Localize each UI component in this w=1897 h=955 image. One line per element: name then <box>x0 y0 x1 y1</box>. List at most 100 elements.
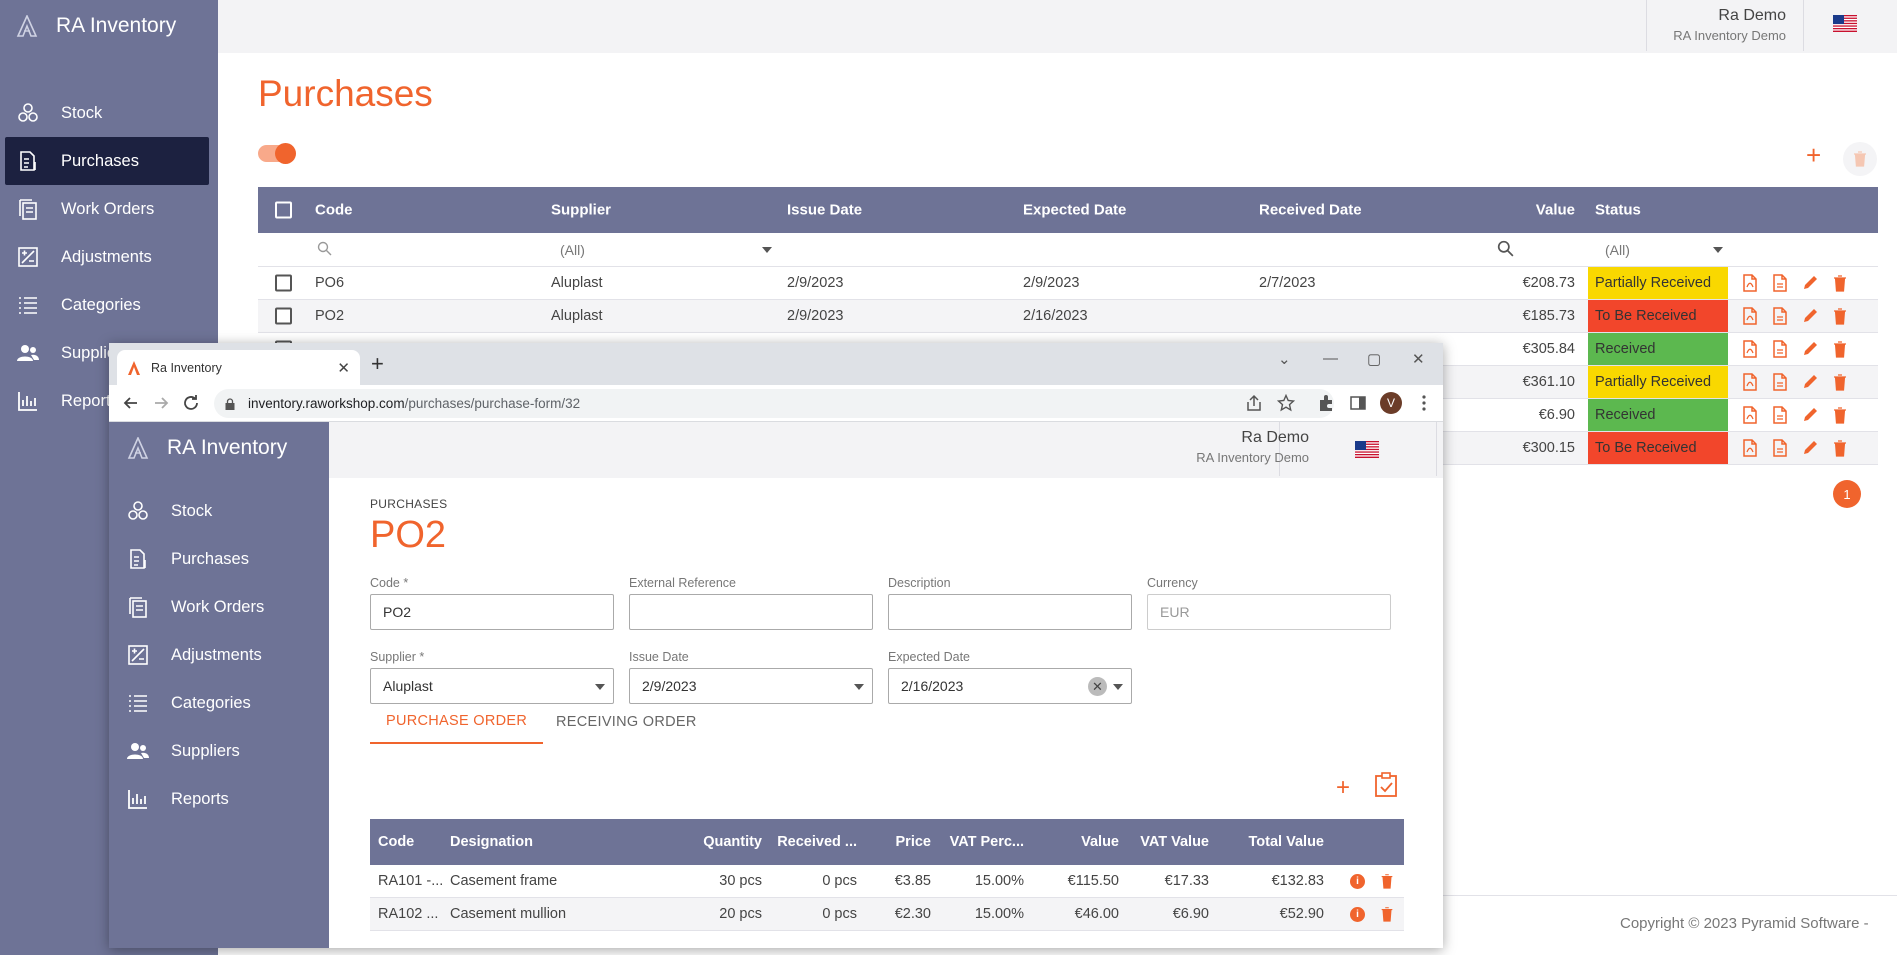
pdf-export-icon[interactable] <box>1741 373 1759 391</box>
column-header[interactable]: Issue Date <box>787 202 862 219</box>
tab-purchase-order[interactable]: PURCHASE ORDER <box>370 700 544 744</box>
trash-icon[interactable] <box>1379 873 1395 889</box>
pdf-report-icon[interactable] <box>1771 274 1789 292</box>
reload-icon[interactable] <box>181 393 201 413</box>
new-tab-button[interactable]: + <box>371 351 384 377</box>
column-header[interactable]: Received Date <box>1259 202 1362 219</box>
edit-pencil-icon[interactable] <box>1801 340 1819 358</box>
column-header[interactable]: VAT Perc... <box>950 834 1024 850</box>
pdf-report-icon[interactable] <box>1771 307 1789 325</box>
back-icon[interactable] <box>121 393 141 413</box>
pdf-export-icon[interactable] <box>1741 406 1759 424</box>
extensions-icon[interactable] <box>1317 394 1335 412</box>
chevron-down-icon[interactable] <box>762 246 772 253</box>
supplier-filter[interactable]: (All) <box>560 242 585 258</box>
value-filter[interactable] <box>1497 240 1514 260</box>
column-header[interactable]: Total Value <box>1249 834 1324 850</box>
user-menu[interactable]: Ra Demo RA Inventory Demo <box>1196 429 1309 465</box>
expected-date-picker[interactable]: 2/16/2023 ✕ <box>888 668 1132 704</box>
tab-receiving-order[interactable]: RECEIVING ORDER <box>540 700 713 744</box>
sidebar-item-adjustments[interactable]: Adjustments <box>115 631 319 679</box>
chevron-down-icon[interactable]: ⌄ <box>1278 350 1291 368</box>
description-input[interactable] <box>888 594 1132 630</box>
column-header[interactable]: Supplier <box>551 202 611 219</box>
info-icon[interactable]: i <box>1350 906 1365 922</box>
column-header[interactable]: Code <box>378 834 414 850</box>
maximize-icon[interactable]: ▢ <box>1367 350 1381 368</box>
trash-icon[interactable] <box>1831 439 1849 457</box>
trash-icon[interactable] <box>1831 307 1849 325</box>
row-checkbox[interactable] <box>275 307 292 325</box>
column-header[interactable]: Expected Date <box>1023 202 1126 219</box>
trash-icon[interactable] <box>1831 274 1849 292</box>
sidebar-item-adjustments[interactable]: Adjustments <box>5 233 209 281</box>
pdf-export-icon[interactable] <box>1741 439 1759 457</box>
column-header[interactable]: Value <box>1081 834 1119 850</box>
select-all-checkbox[interactable] <box>275 201 292 219</box>
brand[interactable]: RA Inventory <box>16 14 176 38</box>
code-input[interactable]: PO2 <box>370 594 614 630</box>
brand[interactable]: RA Inventory <box>127 436 287 460</box>
edit-pencil-icon[interactable] <box>1801 439 1819 457</box>
table-row[interactable]: PO2 Aluplast 2/9/2023 2/16/2023 €185.73 To Be… <box>258 300 1878 333</box>
clipboard-check-icon[interactable] <box>1374 772 1398 798</box>
trash-icon[interactable] <box>1379 906 1395 922</box>
status-filter[interactable]: (All) <box>1605 242 1630 258</box>
external-reference-input[interactable] <box>629 594 873 630</box>
edit-pencil-icon[interactable] <box>1801 406 1819 424</box>
sidebar-item-reports[interactable]: Reports <box>115 775 319 823</box>
minimize-icon[interactable]: — <box>1323 350 1338 367</box>
close-tab-icon[interactable]: ✕ <box>337 359 350 377</box>
sidebar-item-categories[interactable]: Categories <box>115 679 319 727</box>
view-toggle[interactable] <box>258 143 296 164</box>
sidebar-item-suppliers[interactable]: Suppliers <box>115 727 319 775</box>
column-header[interactable]: Code <box>315 202 353 219</box>
chevron-down-icon[interactable] <box>595 684 605 690</box>
supplier-select[interactable]: Aluplast <box>370 668 614 704</box>
issue-date-picker[interactable]: 2/9/2023 <box>629 668 873 704</box>
chevron-down-icon[interactable] <box>1713 246 1723 253</box>
pdf-report-icon[interactable] <box>1771 439 1789 457</box>
pdf-export-icon[interactable] <box>1741 274 1759 292</box>
profile-avatar[interactable]: V <box>1380 392 1402 414</box>
us-flag-icon[interactable] <box>1355 441 1379 458</box>
column-header[interactable]: Status <box>1595 202 1641 219</box>
pdf-export-icon[interactable] <box>1741 307 1759 325</box>
sidebar-item-purchases[interactable]: Purchases <box>5 137 209 185</box>
add-line-button[interactable]: + <box>1336 776 1350 800</box>
more-menu-icon[interactable] <box>1415 394 1433 412</box>
table-row[interactable]: PO6 Aluplast 2/9/2023 2/9/2023 2/7/2023 €208.… <box>258 267 1878 300</box>
url-field[interactable]: inventory.raworkshop.com/purchases/purch… <box>214 389 1334 418</box>
info-icon[interactable]: i <box>1350 873 1365 889</box>
close-window-icon[interactable]: ✕ <box>1412 350 1425 368</box>
forward-icon[interactable] <box>151 393 171 413</box>
sidebar-item-stock[interactable]: Stock <box>115 487 319 535</box>
column-header[interactable]: VAT Value <box>1140 834 1209 850</box>
edit-pencil-icon[interactable] <box>1801 307 1819 325</box>
currency-input[interactable]: EUR <box>1147 594 1391 630</box>
trash-icon[interactable] <box>1831 373 1849 391</box>
trash-icon[interactable] <box>1831 406 1849 424</box>
side-panel-icon[interactable] <box>1349 394 1367 412</box>
sidebar-item-categories[interactable]: Categories <box>5 281 209 329</box>
pdf-report-icon[interactable] <box>1771 373 1789 391</box>
column-header[interactable]: Designation <box>450 834 533 850</box>
clear-icon[interactable]: ✕ <box>1088 677 1107 696</box>
edit-pencil-icon[interactable] <box>1801 274 1819 292</box>
sidebar-item-stock[interactable]: Stock <box>5 89 209 137</box>
share-icon[interactable] <box>1245 394 1263 412</box>
sidebar-item-purchases[interactable]: Purchases <box>115 535 319 583</box>
breadcrumb[interactable]: PURCHASES <box>370 497 447 511</box>
pdf-report-icon[interactable] <box>1771 340 1789 358</box>
column-header[interactable]: Quantity <box>703 834 762 850</box>
table-row[interactable]: RA102 ... Casement mullion 20 pcs 0 pcs €2.3… <box>370 898 1404 931</box>
us-flag-icon[interactable] <box>1833 15 1857 32</box>
sidebar-item-work-orders[interactable]: Work Orders <box>115 583 319 631</box>
row-checkbox[interactable] <box>275 274 292 292</box>
chevron-down-icon[interactable] <box>1113 684 1123 690</box>
pdf-export-icon[interactable] <box>1741 340 1759 358</box>
code-filter[interactable] <box>317 241 332 259</box>
user-menu[interactable]: Ra Demo RA Inventory Demo <box>1673 7 1786 43</box>
delete-selected-button[interactable] <box>1843 142 1877 176</box>
add-purchase-button[interactable]: + <box>1806 142 1821 168</box>
